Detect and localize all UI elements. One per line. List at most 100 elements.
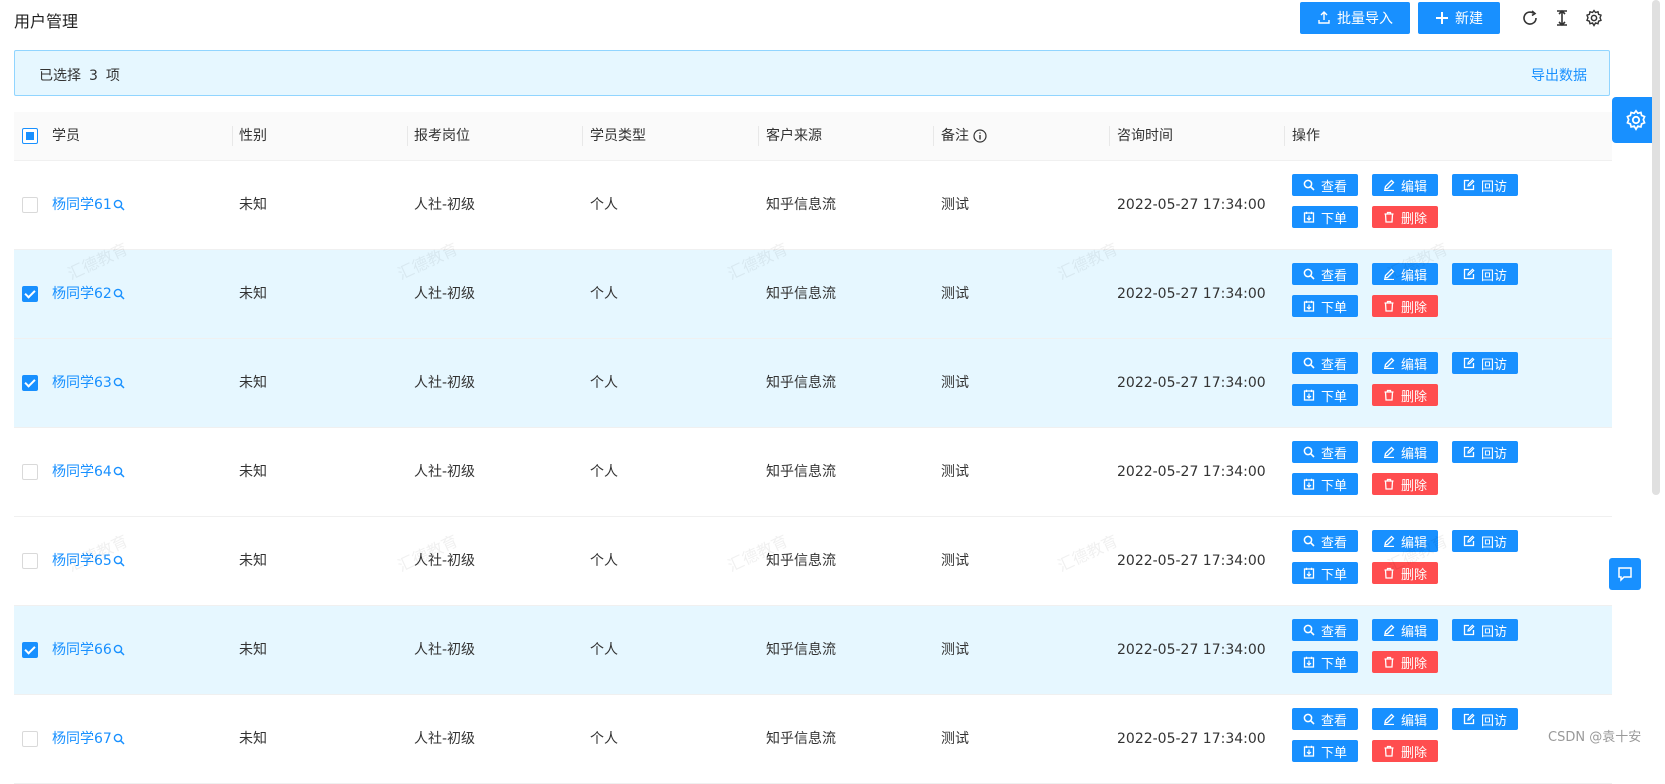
edit-button[interactable]: 编辑 xyxy=(1372,352,1438,374)
revisit-button[interactable]: 回访 xyxy=(1452,352,1518,374)
student-name-link[interactable]: 杨同学67 xyxy=(52,695,125,783)
view-button[interactable]: 查看 xyxy=(1292,174,1358,196)
search-icon[interactable] xyxy=(113,466,125,478)
student-name: 杨同学67 xyxy=(52,731,112,747)
delete-button[interactable]: 删除 xyxy=(1372,295,1438,317)
search-icon[interactable] xyxy=(113,644,125,656)
upload-icon xyxy=(1318,11,1330,24)
student-name-link[interactable]: 杨同学65 xyxy=(52,517,125,605)
delete-button[interactable]: 删除 xyxy=(1372,473,1438,495)
delete-button[interactable]: 删除 xyxy=(1372,384,1438,406)
search-icon xyxy=(1303,713,1315,725)
column-divider xyxy=(1284,126,1285,146)
search-icon[interactable] xyxy=(113,377,125,389)
setting-icon[interactable] xyxy=(1584,8,1604,28)
order-button[interactable]: 下单 xyxy=(1292,473,1358,495)
view-label: 查看 xyxy=(1320,624,1347,640)
reload-icon[interactable] xyxy=(1520,8,1540,28)
view-label: 查看 xyxy=(1320,268,1347,284)
type-cell: 个人 xyxy=(590,464,618,480)
delete-label: 删除 xyxy=(1400,389,1427,405)
form-icon xyxy=(1463,446,1475,458)
export-data-link[interactable]: 导出数据 xyxy=(1531,65,1587,85)
page-header: 用户管理 批量导入 新建 xyxy=(0,0,1612,40)
position-cell: 人社-初级 xyxy=(414,642,476,658)
revisit-button[interactable]: 回访 xyxy=(1452,174,1518,196)
new-label: 新建 xyxy=(1455,11,1483,27)
position-cell: 人社-初级 xyxy=(414,286,476,302)
row-checkbox[interactable] xyxy=(22,553,38,569)
column-gender: 性别 xyxy=(239,128,267,144)
delete-button[interactable]: 删除 xyxy=(1372,740,1438,762)
student-name-link[interactable]: 杨同学61 xyxy=(52,161,125,249)
delete-icon xyxy=(1384,389,1394,401)
revisit-button[interactable]: 回访 xyxy=(1452,441,1518,463)
edit-button[interactable]: 编辑 xyxy=(1372,619,1438,641)
view-button[interactable]: 查看 xyxy=(1292,708,1358,730)
row-checkbox[interactable] xyxy=(22,375,38,391)
edit-button[interactable]: 编辑 xyxy=(1372,441,1438,463)
select-all-checkbox[interactable] xyxy=(22,128,38,144)
search-icon xyxy=(1303,179,1315,191)
search-icon[interactable] xyxy=(113,288,125,300)
floating-chat-button[interactable] xyxy=(1609,558,1641,590)
student-name-link[interactable]: 杨同学63 xyxy=(52,339,125,427)
gender-cell: 未知 xyxy=(239,553,267,569)
time-cell: 2022-05-27 17:34:00 xyxy=(1117,642,1266,658)
order-button[interactable]: 下单 xyxy=(1292,740,1358,762)
batch-import-button[interactable]: 批量导入 xyxy=(1300,2,1410,34)
order-button[interactable]: 下单 xyxy=(1292,651,1358,673)
student-name-link[interactable]: 杨同学62 xyxy=(52,250,125,338)
student-name-link[interactable]: 杨同学64 xyxy=(52,428,125,516)
row-checkbox[interactable] xyxy=(22,642,38,658)
delete-icon xyxy=(1384,567,1394,579)
edit-icon xyxy=(1383,535,1395,547)
edit-button[interactable]: 编辑 xyxy=(1372,263,1438,285)
order-button[interactable]: 下单 xyxy=(1292,295,1358,317)
row-checkbox[interactable] xyxy=(22,286,38,302)
column-height-icon[interactable] xyxy=(1552,8,1572,28)
row-checkbox[interactable] xyxy=(22,197,38,213)
edit-button[interactable]: 编辑 xyxy=(1372,174,1438,196)
edit-button[interactable]: 编辑 xyxy=(1372,530,1438,552)
view-button[interactable]: 查看 xyxy=(1292,352,1358,374)
time-cell: 2022-05-27 17:34:00 xyxy=(1117,286,1266,302)
view-button[interactable]: 查看 xyxy=(1292,441,1358,463)
column-note: 备注 xyxy=(941,112,987,160)
delete-icon xyxy=(1384,478,1394,490)
view-button[interactable]: 查看 xyxy=(1292,619,1358,641)
edit-icon xyxy=(1383,179,1395,191)
order-button[interactable]: 下单 xyxy=(1292,384,1358,406)
student-name-link[interactable]: 杨同学66 xyxy=(52,606,125,694)
view-button[interactable]: 查看 xyxy=(1292,263,1358,285)
column-time: 咨询时间 xyxy=(1117,128,1173,144)
revisit-button[interactable]: 回访 xyxy=(1452,530,1518,552)
new-button[interactable]: 新建 xyxy=(1418,2,1500,34)
view-button[interactable]: 查看 xyxy=(1292,530,1358,552)
type-cell: 个人 xyxy=(590,375,618,391)
order-label: 下单 xyxy=(1320,745,1347,761)
revisit-button[interactable]: 回访 xyxy=(1452,619,1518,641)
search-icon[interactable] xyxy=(113,733,125,745)
table-row: 杨同学62 未知 人社-初级 个人 知乎信息流 测试 2022-05-27 17:34:00… xyxy=(14,250,1612,339)
table-row: 杨同学63 未知 人社-初级 个人 知乎信息流 测试 2022-05-27 17:34:00… xyxy=(14,339,1612,428)
delete-button[interactable]: 删除 xyxy=(1372,206,1438,228)
delete-button[interactable]: 删除 xyxy=(1372,562,1438,584)
revisit-button[interactable]: 回访 xyxy=(1452,263,1518,285)
vertical-scrollbar[interactable] xyxy=(1652,0,1660,495)
order-button[interactable]: 下单 xyxy=(1292,206,1358,228)
search-icon[interactable] xyxy=(113,199,125,211)
delete-button[interactable]: 删除 xyxy=(1372,651,1438,673)
order-button[interactable]: 下单 xyxy=(1292,562,1358,584)
row-checkbox[interactable] xyxy=(22,731,38,747)
info-icon[interactable] xyxy=(973,129,987,143)
column-source: 客户来源 xyxy=(766,128,822,144)
edit-label: 编辑 xyxy=(1400,268,1427,284)
revisit-button[interactable]: 回访 xyxy=(1452,708,1518,730)
form-icon xyxy=(1463,713,1475,725)
revisit-label: 回访 xyxy=(1480,713,1507,729)
search-icon[interactable] xyxy=(113,555,125,567)
column-note-label: 备注 xyxy=(941,128,969,144)
edit-button[interactable]: 编辑 xyxy=(1372,708,1438,730)
row-checkbox[interactable] xyxy=(22,464,38,480)
